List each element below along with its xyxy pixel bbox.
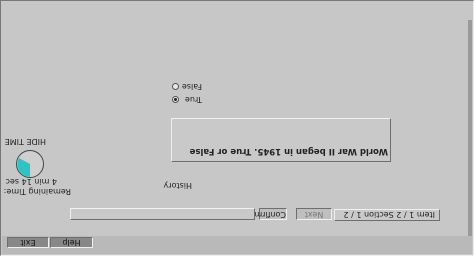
confirm-button[interactable]: Confirm [254, 208, 287, 220]
remaining-time-label: Remaining Time: [3, 187, 71, 196]
exit-button[interactable]: Exit [7, 237, 49, 248]
option-false-radio[interactable] [172, 83, 179, 90]
hide-time-button[interactable]: HIDE TIME [5, 136, 46, 146]
next-button[interactable]: Next [296, 208, 332, 220]
option-false[interactable]: False [170, 81, 202, 91]
answer-field[interactable] [70, 208, 255, 220]
timer-clock-icon [16, 150, 44, 178]
question-text: World War II began in 1945. True or Fals… [189, 146, 388, 156]
help-button[interactable]: Help [50, 237, 93, 248]
option-true-label: True [185, 95, 202, 104]
option-true[interactable]: True [170, 94, 202, 104]
section-status-box: Item 1 / 2 Section 1 / 2 [334, 209, 440, 221]
timer-wedge [17, 158, 30, 177]
option-true-radio[interactable] [172, 96, 179, 103]
left-edge-bar [468, 20, 472, 236]
question-box: World War II began in 1945. True or Fals… [171, 118, 391, 162]
exam-window: Help Exit Item 1 / 2 Section 1 / 2 Next … [0, 0, 474, 256]
option-false-label: False [181, 82, 202, 91]
section-status-text: Item 1 / 2 Section 1 / 2 [343, 210, 435, 219]
category-label: History [163, 181, 192, 190]
